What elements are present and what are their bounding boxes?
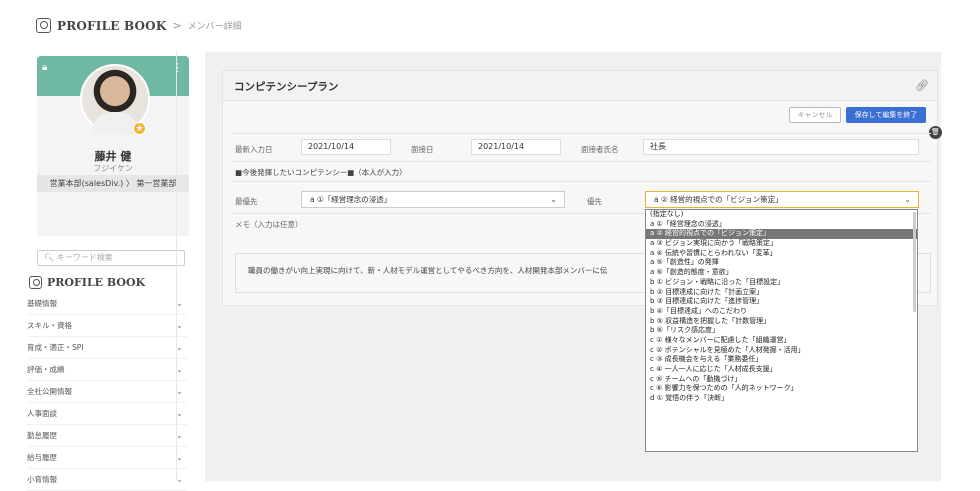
profile-book-logo-icon [29, 276, 42, 289]
interviewer-label: 面接者氏名 [581, 145, 619, 154]
chevron-down-icon: ⌄ [176, 409, 183, 418]
dropdown-option[interactable]: c ⑥ 影響力を保つための「人的ネットワーク」 [646, 384, 917, 394]
chevron-down-icon: ⌄ [176, 431, 183, 440]
dropdown-option[interactable]: (指定なし) [646, 210, 917, 220]
interview-date-field[interactable]: 2021/10/14 [471, 139, 561, 155]
dropdown-option[interactable]: c ③ 成長機会を与える「業務委任」 [646, 355, 917, 365]
dropdown-option[interactable]: b ③ 目標達成に向けた「進捗管理」 [646, 297, 917, 307]
dropdown-option-selected[interactable]: a ② 経営的視点での「ビジョン策定」 [646, 229, 917, 240]
dropdown-option[interactable]: a ⑤「創造性」の発揮 [646, 258, 917, 268]
priority-select[interactable]: a ② 経営的視点での「ビジョン策定」 ⌄ [645, 191, 919, 208]
sidebar-item-basic[interactable]: 基礎情報 ⌄ [27, 293, 187, 315]
sidebar-item-training[interactable]: 育成・適正・SPI ⌄ [27, 337, 187, 359]
chevron-down-icon: ⌄ [176, 453, 183, 462]
competency-heading: ■今後発揮したいコンピテンシー■（本人が入力） [235, 168, 407, 177]
star-badge-icon: ★ [133, 122, 146, 135]
sidebar-item-salary[interactable]: 給与履歴 ⌄ [27, 447, 187, 469]
top-bar: PROFILE BOOK > メンバー詳細 [0, 0, 980, 40]
sidebar-item-label: 基礎情報 [27, 299, 57, 308]
chevron-down-icon: ⌄ [176, 299, 183, 308]
sidebar-item-childcare[interactable]: 小育情報 ⌄ [27, 469, 187, 491]
dropdown-option[interactable]: c ② ポテンシャルを見極めた「人材発掘・活用」 [646, 346, 917, 356]
breadcrumb-current: メンバー詳細 [187, 22, 242, 32]
search-icon: 🔍︎ [44, 253, 55, 262]
dropdown-option[interactable]: c ④ 一人一人に応じた「人材成長支援」 [646, 365, 917, 375]
search-placeholder: キーワード検索 [56, 253, 113, 262]
priority-label: 優先 [587, 197, 602, 206]
profile-book-logo-icon [36, 18, 51, 33]
priority-dropdown-list[interactable]: (指定なし) a ①「経営理念の浸透」 a ② 経営的視点での「ビジョン策定」 … [645, 209, 918, 452]
dropdown-option[interactable]: b ⑥「リスク感応度」 [646, 326, 917, 336]
dropdown-option[interactable]: a ⑥「創造的態度・意欲」 [646, 268, 917, 278]
sidebar-brand: PROFILE BOOK [29, 276, 145, 289]
chevron-down-icon: ⌄ [550, 195, 557, 204]
dropdown-scrollbar[interactable] [913, 212, 916, 312]
breadcrumb-separator: > [172, 19, 182, 32]
sidebar-item-skills[interactable]: スキル・資格 ⌄ [27, 315, 187, 337]
brand-title[interactable]: PROFILE BOOK [57, 19, 166, 33]
divider [231, 161, 931, 162]
sidebar-item-label: 評価・成績 [27, 365, 65, 374]
sidebar-item-interviews[interactable]: 人事面談 ⌄ [27, 403, 187, 425]
dropdown-option[interactable]: a ③ ビジョン実現に向かう「戦略策定」 [646, 239, 917, 249]
sidebar-item-label: 小育情報 [27, 475, 57, 484]
panel-title: コンピテンシープラン [234, 81, 339, 93]
chevron-down-icon: ⌄ [176, 321, 183, 330]
top-priority-value: a ①「経営理念の浸透」 [310, 195, 392, 204]
sidebar-item-attendance[interactable]: 勤怠履歴 ⌄ [27, 425, 187, 447]
sidebar-item-label: 勤怠履歴 [27, 431, 57, 440]
dropdown-option[interactable]: b ⑤ 収益構造を把握した「計数管理」 [646, 317, 917, 327]
cancel-button[interactable]: キャンセル [789, 107, 841, 123]
dropdown-option[interactable]: a ④ 伝統や習慣にとらわれない「変革」 [646, 249, 917, 259]
dropdown-option[interactable]: d ① 覚悟の伴う「決断」 [646, 394, 917, 404]
interviewer-field[interactable]: 社長 [643, 139, 919, 155]
sidebar-item-label: スキル・資格 [27, 321, 72, 330]
sidebar-item-public-info[interactable]: 全社公開情報 ⌄ [27, 381, 187, 403]
profile-department: 営業本部(salesDiv.) 〉 第一営業部 [37, 175, 189, 192]
dropdown-option[interactable]: b ② 目標達成に向けた「計画立案」 [646, 288, 917, 298]
sidebar-item-evaluation[interactable]: 評価・成績 ⌄ [27, 359, 187, 381]
breadcrumb: PROFILE BOOK > メンバー詳細 [36, 18, 242, 33]
priority-value: a ② 経営的視点での「ビジョン策定」 [654, 195, 783, 204]
sidebar-item-label: 全社公開情報 [27, 387, 72, 396]
memo-label: メモ（入力は任意） [235, 220, 303, 229]
chevron-down-icon: ⌄ [176, 475, 183, 484]
panel-header: コンピテンシープラン 🔗︎ [223, 71, 937, 101]
dropdown-option[interactable]: c ① 様々なメンバーに配慮した「組織運営」 [646, 336, 917, 346]
dropdown-option[interactable]: a ①「経営理念の浸透」 [646, 220, 917, 230]
lock-icon[interactable]: 🔒︎ [42, 62, 53, 73]
chevron-down-icon: ⌄ [176, 387, 183, 396]
dropdown-option[interactable]: b ① ビジョン・戦略に沿った「目標設定」 [646, 278, 917, 288]
save-button[interactable]: 保存して編集を終了 [846, 107, 926, 123]
search-input[interactable]: 🔍︎ キーワード検索 [37, 250, 185, 266]
divider [231, 133, 931, 134]
sidebar-item-label: 給与履歴 [27, 453, 57, 462]
divider [231, 181, 931, 182]
sidebar-item-label: 育成・適正・SPI [27, 343, 84, 352]
top-priority-label: 最優先 [235, 197, 258, 206]
dropdown-option[interactable]: b ④「目標達成」へのこだわり [646, 307, 917, 317]
updated-date-field[interactable]: 2021/10/14 [301, 139, 391, 155]
sidebar-divider [176, 50, 177, 481]
link-icon[interactable]: 🔗︎ [915, 79, 929, 92]
sidebar-brand-title: PROFILE BOOK [47, 276, 146, 289]
more-icon[interactable]: ⋮ [172, 61, 183, 74]
profile-card: 🔒︎ ⋮ ★ 藤井 健 フジイケン 営業本部(salesDiv.) 〉 第一営業… [37, 56, 189, 236]
chevron-down-icon: ⌄ [176, 343, 183, 352]
sidebar: 🔒︎ ⋮ ★ 藤井 健 フジイケン 営業本部(salesDiv.) 〉 第一営業… [27, 50, 198, 491]
dropdown-option[interactable]: c ⑤ チームへの「動機づけ」 [646, 375, 917, 385]
top-priority-select[interactable]: a ①「経営理念の浸透」 ⌄ [301, 191, 565, 208]
chevron-down-icon: ⌄ [904, 195, 911, 204]
profile-kana: フジイケン [93, 164, 133, 173]
sidebar-item-label: 人事面談 [27, 409, 57, 418]
updated-date-label: 最新入力日 [235, 145, 273, 154]
interview-date-label: 面接日 [411, 145, 434, 154]
chevron-down-icon: ⌄ [176, 365, 183, 374]
profile-name: 藤井 健 [94, 150, 132, 163]
